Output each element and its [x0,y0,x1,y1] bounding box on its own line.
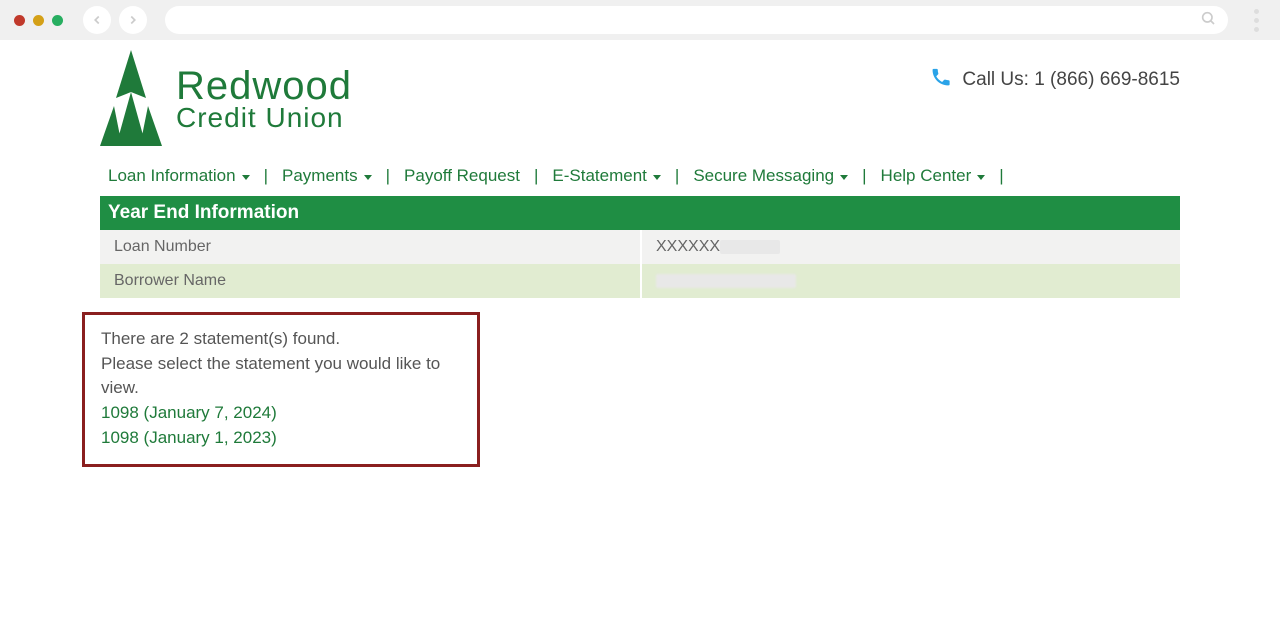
window-controls [14,15,63,26]
nav-separator: | [534,166,538,186]
logo-mark-icon [100,50,162,148]
call-us[interactable]: Call Us: 1 (866) 669-8615 [930,46,1180,94]
nav-payments[interactable]: Payments [282,166,372,186]
browser-chrome [0,0,1280,40]
nav-help-center[interactable]: Help Center [881,166,986,186]
brand-name-bottom: Credit Union [176,104,352,132]
call-us-label: Call Us: 1 (866) 669-8615 [962,69,1180,91]
nav-separator: | [862,166,866,186]
phone-icon [930,66,952,94]
maximize-window-button[interactable] [52,15,63,26]
chevron-down-icon [653,175,661,180]
loan-number-label: Loan Number [100,230,640,264]
chevron-down-icon [364,175,372,180]
nav-item-label: Secure Messaging [693,166,834,186]
close-window-button[interactable] [14,15,25,26]
statement-link-2023[interactable]: 1098 (January 1, 2023) [101,426,461,451]
page-header: Redwood Credit Union Call Us: 1 (866) 66… [100,40,1180,148]
nav-item-label: Help Center [881,166,972,186]
chevron-down-icon [840,175,848,180]
page-content: Redwood Credit Union Call Us: 1 (866) 66… [0,40,1280,467]
borrower-name-value [640,264,1180,298]
nav-loan-information[interactable]: Loan Information [108,166,250,186]
table-row: Loan Number XXXXXX [100,230,1180,264]
nav-item-label: Loan Information [108,166,236,186]
nav-separator: | [264,166,268,186]
nav-secure-messaging[interactable]: Secure Messaging [693,166,848,186]
nav-payoff-request[interactable]: Payoff Request [404,166,520,186]
nav-separator: | [386,166,390,186]
statements-box: There are 2 statement(s) found. Please s… [82,312,480,467]
url-bar[interactable] [165,6,1228,34]
forward-button[interactable] [119,6,147,34]
nav-separator: | [999,166,1003,186]
nav-item-label: Payoff Request [404,166,520,186]
chevron-down-icon [977,175,985,180]
more-menu-button[interactable] [1246,9,1266,32]
section-title: Year End Information [100,196,1180,230]
chevron-down-icon [242,175,250,180]
statement-link-2024[interactable]: 1098 (January 7, 2024) [101,401,461,426]
brand-name-top: Redwood [176,66,352,106]
nav-item-label: Payments [282,166,358,186]
logo-text: Redwood Credit Union [176,66,352,132]
loan-number-value: XXXXXX [640,230,1180,264]
borrower-name-label: Borrower Name [100,264,640,298]
browser-nav-buttons [83,6,147,34]
nav-item-label: E-Statement [552,166,647,186]
redacted-text [656,274,796,288]
redacted-text [720,240,780,254]
table-row: Borrower Name [100,264,1180,298]
brand-logo[interactable]: Redwood Credit Union [100,46,352,148]
info-table: Loan Number XXXXXX Borrower Name [100,230,1180,298]
main-nav: Loan Information | Payments | Payoff Req… [100,148,1180,196]
nav-separator: | [675,166,679,186]
back-button[interactable] [83,6,111,34]
statements-count-msg: There are 2 statement(s) found. [101,327,461,352]
minimize-window-button[interactable] [33,15,44,26]
statements-instruction: Please select the statement you would li… [101,352,461,401]
search-icon [1200,10,1216,31]
nav-e-statement[interactable]: E-Statement [552,166,661,186]
